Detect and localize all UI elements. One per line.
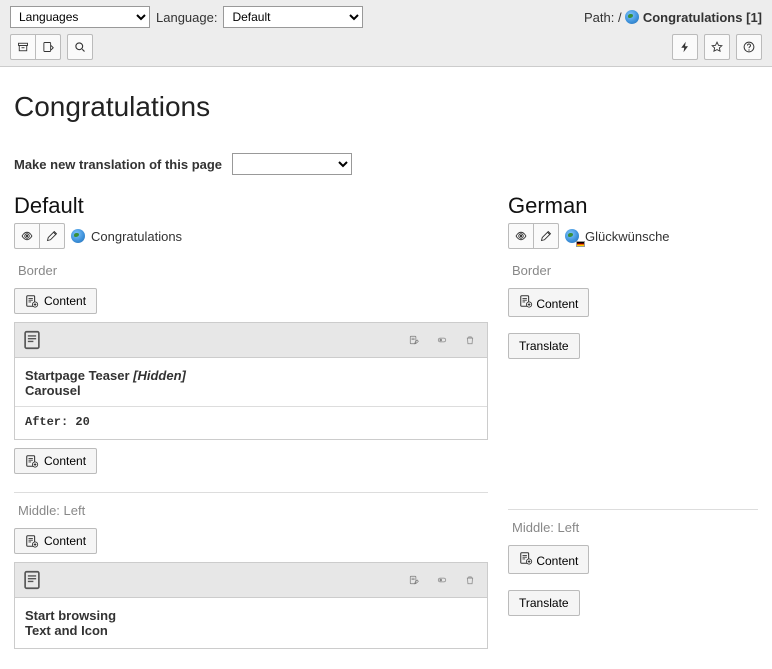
edit-element-button[interactable]: [403, 328, 425, 352]
element-after: After: 20: [25, 415, 477, 429]
add-content-border-default-2[interactable]: Content: [14, 448, 97, 474]
content-element-browsing: Start browsing Text and Icon: [14, 562, 488, 649]
add-content-border-default[interactable]: Content: [14, 288, 97, 314]
toggle-element-button[interactable]: [431, 568, 453, 592]
content-area: Congratulations Make new translation of …: [0, 67, 772, 669]
add-content-middleleft-default[interactable]: Content: [14, 528, 97, 554]
delete-element-button[interactable]: [459, 568, 481, 592]
page-title-german: Glückwünsche: [585, 229, 670, 244]
cache-bolt-button[interactable]: [672, 34, 698, 60]
edit-page-german-button[interactable]: [533, 223, 559, 249]
delete-element-button[interactable]: [459, 328, 481, 352]
flag-de-icon: [576, 241, 585, 247]
doc-icon: [21, 329, 43, 351]
translate-border-german[interactable]: Translate: [508, 333, 580, 359]
content-element-teaser: Startpage Teaser [Hidden] Carousel After…: [14, 322, 488, 440]
element-hidden-badge: [Hidden]: [133, 368, 186, 383]
translate-middleleft-german[interactable]: Translate: [508, 590, 580, 616]
element-ctype: Carousel: [25, 383, 477, 398]
zone-label-border-default: Border: [18, 263, 488, 278]
column-default: Default Congratulations Border Content: [14, 193, 488, 649]
new-page-icon[interactable]: [35, 34, 61, 60]
new-translation-selector[interactable]: [232, 153, 352, 175]
globe-icon: [71, 229, 85, 243]
edit-page-default-button[interactable]: [39, 223, 65, 249]
view-page-default-button[interactable]: [14, 223, 40, 249]
element-ctype: Text and Icon: [25, 623, 477, 638]
language-default-selector[interactable]: Default: [223, 6, 363, 28]
add-content-border-german[interactable]: Content: [508, 288, 589, 317]
topbar: Languages Language: Default Path: / Cong…: [0, 0, 772, 67]
new-translation-row: Make new translation of this page: [14, 153, 758, 175]
column-german-heading: German: [508, 193, 758, 219]
toggle-element-button[interactable]: [431, 328, 453, 352]
edit-element-button[interactable]: [403, 568, 425, 592]
element-title: Startpage Teaser: [25, 368, 130, 383]
search-button[interactable]: [67, 34, 93, 60]
zone-label-middleleft-default: Middle: Left: [18, 503, 488, 518]
add-content-middleleft-german[interactable]: Content: [508, 545, 589, 574]
help-button[interactable]: [736, 34, 762, 60]
zone-label-middleleft-german: Middle: Left: [512, 520, 758, 535]
bookmark-star-button[interactable]: [704, 34, 730, 60]
element-title: Start browsing: [25, 608, 116, 623]
language-selector[interactable]: Languages: [10, 6, 150, 28]
new-translation-label: Make new translation of this page: [14, 157, 222, 172]
page-title-default: Congratulations: [91, 229, 182, 244]
column-default-heading: Default: [14, 193, 488, 219]
language-label: Language:: [156, 10, 217, 25]
page-heading: Congratulations: [14, 91, 758, 123]
zone-label-border-german: Border: [512, 263, 758, 278]
view-page-german-button[interactable]: [508, 223, 534, 249]
breadcrumb: Path: / Congratulations [1]: [584, 10, 762, 25]
doc-icon: [21, 569, 43, 591]
archive-icon[interactable]: [10, 34, 36, 60]
globe-icon: [625, 10, 639, 24]
column-german: German Glückwünsche Border Content: [508, 193, 758, 649]
